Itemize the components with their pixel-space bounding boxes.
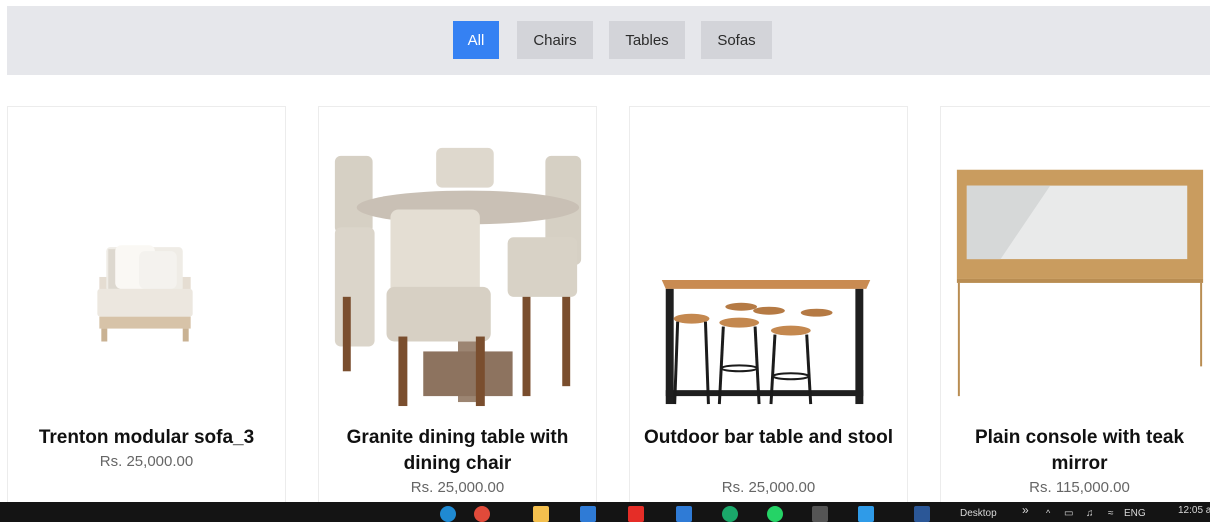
product-image-bar-table[interactable] (630, 137, 907, 407)
language-indicator[interactable]: ENG (1124, 508, 1146, 519)
product-price: Rs. 25,000.00 (410, 479, 505, 496)
tray-up-arrow-icon[interactable]: ^ (1046, 508, 1050, 518)
product-card[interactable]: Outdoor bar table and stool Rs. 25,000.0… (629, 106, 908, 506)
store-icon[interactable] (580, 506, 596, 522)
edge-icon[interactable] (440, 506, 456, 522)
product-title[interactable]: Outdoor bar table and stool (640, 425, 897, 451)
filter-sofas-button[interactable]: Sofas (701, 21, 772, 59)
product-price: Rs. 115,000.00 (1029, 479, 1130, 496)
product-price: Rs. 25,000.00 (99, 453, 194, 470)
product-card[interactable]: Granite dining table with dining chair R… (318, 106, 597, 506)
word-icon[interactable] (914, 506, 930, 522)
volume-icon[interactable]: ♫ (1086, 508, 1094, 519)
git-icon[interactable] (722, 506, 738, 522)
product-card[interactable]: Trenton modular sofa_3 Rs. 25,000.00 (7, 106, 286, 506)
file-explorer-icon[interactable] (533, 506, 549, 522)
vscode-icon[interactable] (858, 506, 874, 522)
youtube-icon[interactable] (628, 506, 644, 522)
product-title[interactable]: Plain console with teak mirror (951, 425, 1208, 477)
product-image-console-mirror[interactable] (941, 137, 1210, 407)
page: All Chairs Tables Sofas Trenton modular … (0, 0, 1210, 522)
product-image-dining-set[interactable] (319, 137, 596, 407)
chrome-icon[interactable] (474, 506, 490, 522)
filter-tables-button[interactable]: Tables (609, 21, 685, 59)
desktop-toolbar-label[interactable]: Desktop (960, 508, 997, 519)
whatsapp-icon[interactable] (767, 506, 783, 522)
product-image-sofa[interactable] (8, 137, 285, 407)
product-title[interactable]: Granite dining table with dining chair (329, 425, 586, 477)
clock[interactable]: 12:05 a (1178, 505, 1210, 516)
filter-all-button[interactable]: All (453, 21, 499, 59)
product-title[interactable]: Trenton modular sofa_3 (18, 425, 275, 451)
terminal-icon[interactable] (812, 506, 828, 522)
filter-chairs-button[interactable]: Chairs (517, 21, 593, 59)
product-card[interactable]: Plain console with teak mirror Rs. 115,0… (940, 106, 1210, 506)
network-icon[interactable]: ▭ (1064, 508, 1073, 519)
wifi-icon[interactable]: ≈ (1108, 508, 1114, 519)
mail-icon[interactable] (676, 506, 692, 522)
chevron-right-icon[interactable]: » (1022, 503, 1029, 517)
product-price: Rs. 25,000.00 (721, 479, 816, 496)
os-taskbar: Desktop » ^ ▭ ♫ ≈ ENG 12:05 a (0, 502, 1210, 522)
category-filter-bar: All Chairs Tables Sofas (7, 6, 1210, 75)
